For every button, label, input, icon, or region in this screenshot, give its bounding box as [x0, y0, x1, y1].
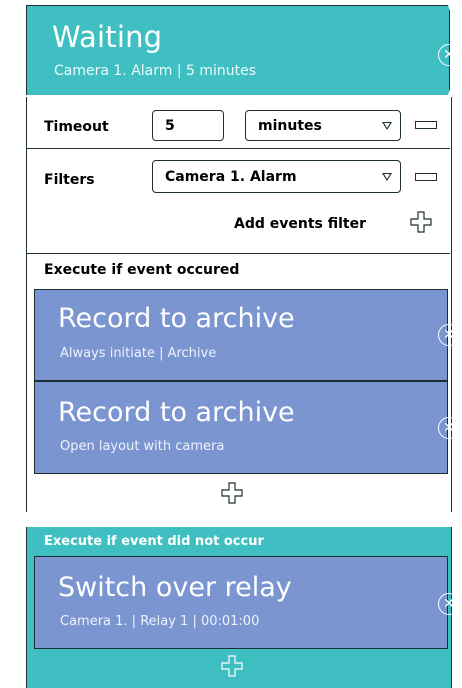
plus-icon[interactable]: [221, 655, 243, 677]
action-title: Record to archive: [58, 303, 295, 334]
filter-select[interactable]: Camera 1. Alarm: [152, 160, 401, 193]
add-filter-label[interactable]: Add events filter: [234, 216, 366, 232]
filter-value: Camera 1. Alarm: [165, 168, 297, 185]
action-subtitle: Always initiate | Archive: [60, 346, 217, 361]
block-title: Waiting: [52, 20, 163, 54]
close-icon[interactable]: ✕: [438, 593, 460, 615]
block-subtitle: Camera 1. Alarm | 5 minutes: [54, 63, 257, 79]
not-occurred-section-header: Execute if event did not occur: [44, 534, 264, 549]
action-subtitle: Open layout with camera: [60, 439, 225, 454]
divider: [26, 253, 450, 254]
occurred-section-header: Execute if event occured: [44, 262, 240, 278]
timeout-unit-select[interactable]: minutes: [245, 110, 401, 141]
timeout-value-input[interactable]: 5: [152, 110, 224, 141]
chevron-down-icon: [382, 121, 392, 130]
remove-filter-button[interactable]: [415, 173, 437, 181]
close-icon[interactable]: ✕: [438, 44, 460, 66]
plus-icon[interactable]: [221, 482, 243, 504]
action-subtitle: Camera 1. | Relay 1 | 00:01:00: [60, 614, 260, 629]
timeout-unit-value: minutes: [258, 117, 322, 134]
chevron-down-icon: [382, 172, 392, 181]
action-title: Record to archive: [58, 397, 295, 428]
action-title: Switch over relay: [58, 572, 292, 603]
close-icon[interactable]: ✕: [438, 324, 460, 346]
close-icon[interactable]: ✕: [438, 417, 460, 439]
remove-timeout-button[interactable]: [415, 121, 437, 129]
divider: [26, 148, 450, 149]
timeout-label: Timeout: [44, 119, 109, 135]
plus-icon[interactable]: [410, 211, 432, 233]
filters-label: Filters: [44, 172, 95, 188]
